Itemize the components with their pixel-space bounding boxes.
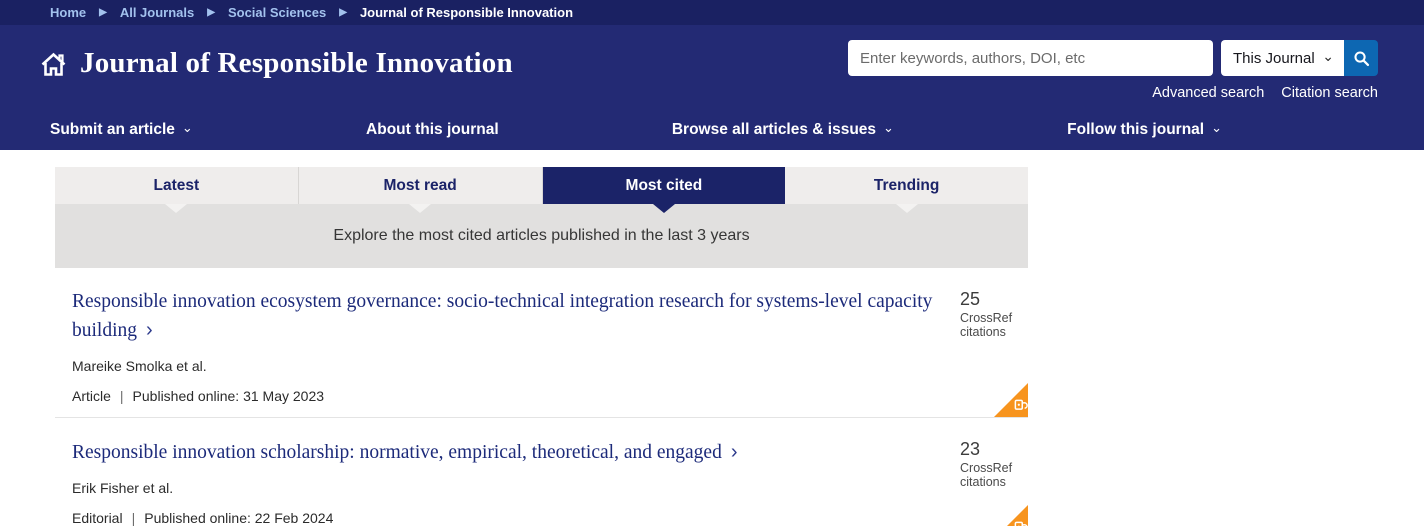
tab-most-cited[interactable]: Most cited (543, 167, 786, 204)
nav-item-follow-this-journal[interactable]: Follow this journal ⌄ (1067, 121, 1222, 139)
chevron-down-icon: ⌄ (1322, 49, 1334, 63)
tab-description-banner: Explore the most cited articles publishe… (55, 204, 1028, 268)
breadcrumb-separator-icon: ▶ (339, 7, 347, 18)
open-access-lock-icon (1009, 398, 1029, 413)
search-scope-select[interactable]: This Journal ⌄ (1221, 40, 1344, 76)
tab-latest[interactable]: Latest (55, 167, 299, 204)
chevron-down-icon: ⌄ (182, 120, 193, 136)
article-tabs: Latest Most read Most cited Trending (55, 167, 1028, 204)
tab-trending[interactable]: Trending (785, 167, 1028, 204)
nav-item-label: Submit an article (50, 121, 175, 139)
article-meta: Editorial | Published online: 22 Feb 202… (72, 510, 938, 526)
page-title: Journal of Responsible Innovation (80, 47, 513, 80)
article-title-text: Responsible innovation scholarship: norm… (72, 442, 722, 463)
chevron-right-icon: › (146, 319, 153, 341)
article-meta: Article | Published online: 31 May 2023 (72, 388, 938, 404)
breadcrumb-separator-icon: ▶ (99, 7, 107, 18)
article-row: Responsible innovation scholarship: norm… (55, 418, 1028, 526)
article-title-link[interactable]: Responsible innovation scholarship: norm… (72, 438, 937, 467)
journal-title: Journal of Responsible Innovation (40, 47, 513, 80)
search-scope-value: This Journal (1233, 50, 1315, 67)
main-nav: Submit an article ⌄ About this journal B… (0, 110, 1424, 150)
breadcrumb-separator-icon: ▶ (207, 7, 215, 18)
article-published-date: Published online: 31 May 2023 (133, 388, 324, 404)
header: Journal of Responsible Innovation This J… (0, 25, 1424, 110)
nav-item-label: Follow this journal (1067, 121, 1204, 139)
tab-label: Trending (874, 177, 939, 195)
search-input[interactable] (848, 40, 1213, 76)
citation-label: CrossRef citations (960, 311, 1022, 339)
breadcrumb-current-page: Journal of Responsible Innovation (360, 5, 573, 20)
breadcrumb-link-home[interactable]: Home (50, 5, 86, 20)
article-row: Responsible innovation ecosystem governa… (55, 268, 1028, 418)
citation-count: 25 (960, 289, 1022, 310)
search-icon (1353, 50, 1370, 67)
citation-count: 23 (960, 439, 1022, 460)
citation-search-link[interactable]: Citation search (1281, 85, 1378, 101)
nav-item-submit-an-article[interactable]: Submit an article ⌄ (50, 121, 193, 139)
tab-label: Latest (154, 177, 200, 195)
breadcrumb: Home ▶ All Journals ▶ Social Sciences ▶ … (0, 0, 1424, 25)
meta-separator: | (132, 510, 136, 526)
search-links: Advanced search Citation search (1152, 85, 1378, 101)
article-authors: Erik Fisher et al. (72, 480, 938, 496)
advanced-search-link[interactable]: Advanced search (1152, 85, 1264, 101)
meta-separator: | (120, 388, 124, 404)
crossref-citations: 25 CrossRef citations (960, 289, 1022, 339)
nav-item-browse-all-articles-issues[interactable]: Browse all articles & issues ⌄ (672, 121, 894, 139)
home-icon[interactable] (40, 52, 67, 77)
chevron-right-icon: › (731, 441, 738, 463)
breadcrumb-link-all-journals[interactable]: All Journals (120, 5, 194, 20)
article-title-link[interactable]: Responsible innovation ecosystem governa… (72, 288, 937, 345)
tab-label: Most read (384, 177, 457, 195)
nav-item-about-this-journal[interactable]: About this journal (366, 121, 499, 139)
banner-text: Explore the most cited articles publishe… (333, 227, 749, 245)
tab-label: Most cited (626, 177, 703, 195)
article-authors: Mareike Smolka et al. (72, 358, 938, 374)
article-type: Article (72, 388, 111, 404)
chevron-down-icon: ⌄ (883, 120, 894, 136)
nav-item-label: About this journal (366, 121, 499, 139)
article-title-text: Responsible innovation ecosystem governa… (72, 291, 932, 341)
citation-label: CrossRef citations (960, 461, 1022, 489)
search-button[interactable] (1344, 40, 1378, 76)
article-list-panel: Latest Most read Most cited Trending Exp… (55, 167, 1028, 526)
open-access-lock-icon (1009, 520, 1029, 526)
tab-most-read[interactable]: Most read (299, 167, 543, 204)
article-published-date: Published online: 22 Feb 2024 (144, 510, 333, 526)
search-area: This Journal ⌄ Advanced search Citation … (848, 40, 1378, 101)
breadcrumb-link-social-sciences[interactable]: Social Sciences (228, 5, 326, 20)
nav-item-label: Browse all articles & issues (672, 121, 876, 139)
article-type: Editorial (72, 510, 123, 526)
crossref-citations: 23 CrossRef citations (960, 439, 1022, 489)
chevron-down-icon: ⌄ (1211, 120, 1222, 136)
